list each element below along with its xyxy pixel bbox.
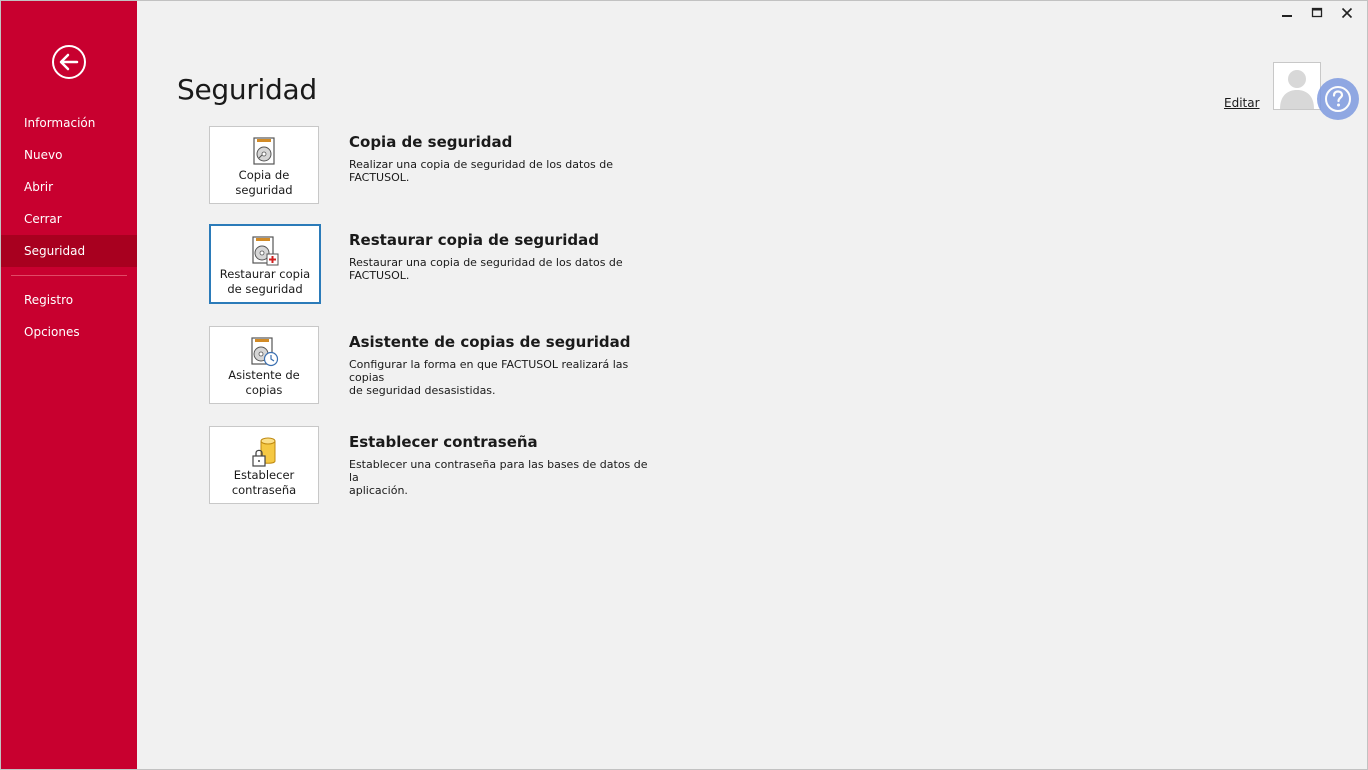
backup-desc-line2: FACTUSOL.: [349, 171, 410, 184]
sidebar-item-opciones[interactable]: Opciones: [1, 316, 137, 348]
sidebar-item-informacion[interactable]: Información: [1, 107, 137, 139]
wizard-tile-label-line2: copias: [245, 383, 283, 397]
wizard-title: Asistente de copias de seguridad: [349, 333, 631, 351]
sidebar-item-nuevo[interactable]: Nuevo: [1, 139, 137, 171]
wizard-desc-line2: de seguridad desasistidas.: [349, 384, 496, 397]
sidebar-item-cerrar[interactable]: Cerrar: [1, 203, 137, 235]
password-description: Establecer una contraseña para las bases…: [349, 458, 659, 497]
page-title: Seguridad: [177, 73, 317, 106]
backup-desc-line1: Realizar una copia de seguridad de los d…: [349, 158, 614, 171]
sidebar: Información Nuevo Abrir Cerrar Seguridad…: [1, 1, 137, 769]
restore-desc-line1: Restaurar una copia de seguridad de los …: [349, 256, 623, 269]
restore-tile-label-line2: de seguridad: [227, 282, 303, 296]
help-icon: [1325, 86, 1351, 112]
maximize-icon: [1311, 7, 1323, 18]
password-tile-label-line2: contraseña: [231, 483, 297, 497]
restore-button[interactable]: Restaurar copia de seguridad: [209, 224, 321, 304]
action-copia-seguridad: Copia de seguridad Copia de seguridad Re…: [209, 126, 669, 206]
restore-title: Restaurar copia de seguridad: [349, 231, 599, 249]
close-icon: [1341, 7, 1353, 19]
help-button[interactable]: [1317, 78, 1359, 120]
minimize-button[interactable]: [1272, 2, 1302, 24]
sidebar-divider: [11, 275, 127, 276]
backup-tile-label-line2: seguridad: [235, 183, 293, 197]
backup-description: Realizar una copia de seguridad de los d…: [349, 158, 659, 184]
backup-button[interactable]: Copia de seguridad: [209, 126, 319, 204]
backup-tile-label-line1: Copia de: [238, 168, 290, 182]
sidebar-item-seguridad[interactable]: Seguridad: [1, 235, 137, 267]
backup-wizard-button[interactable]: Asistente de copias: [209, 326, 319, 404]
restore-desc-line2: FACTUSOL.: [349, 269, 410, 282]
database-lock-icon: [252, 437, 276, 467]
action-asistente-copias: Asistente de copias Asistente de copias …: [209, 326, 669, 406]
edit-link[interactable]: Editar: [1224, 96, 1260, 110]
wizard-desc-line1: Configurar la forma en que FACTUSOL real…: [349, 358, 629, 384]
sidebar-item-registro[interactable]: Registro: [1, 284, 137, 316]
maximize-button[interactable]: [1302, 2, 1332, 24]
close-button[interactable]: [1332, 2, 1362, 24]
backup-title: Copia de seguridad: [349, 133, 513, 151]
wizard-description: Configurar la forma en que FACTUSOL real…: [349, 358, 659, 397]
window-controls: [1272, 2, 1362, 24]
wizard-tile-label-line1: Asistente de: [228, 368, 300, 382]
password-tile-label-line1: Establecer: [233, 468, 295, 482]
sidebar-nav: Información Nuevo Abrir Cerrar Seguridad…: [1, 107, 137, 348]
backup-schedule-icon: [251, 337, 279, 367]
password-desc-line2: aplicación.: [349, 484, 408, 497]
backup-disk-icon: [253, 137, 275, 165]
user-avatar-icon: [1280, 70, 1314, 109]
minimize-icon: [1282, 15, 1292, 17]
sidebar-item-abrir[interactable]: Abrir: [1, 171, 137, 203]
password-title: Establecer contraseña: [349, 433, 538, 451]
action-establecer-contrasena: Establecer contraseña Establecer contras…: [209, 426, 669, 506]
avatar[interactable]: [1273, 62, 1321, 110]
restore-disk-icon: [252, 236, 279, 266]
action-restaurar-copia: Restaurar copia de seguridad Restaurar c…: [209, 224, 669, 304]
back-button[interactable]: [51, 44, 87, 80]
restore-tile-label-line1: Restaurar copia: [219, 267, 311, 281]
restore-description: Restaurar una copia de seguridad de los …: [349, 256, 659, 282]
window-frame: [0, 0, 1368, 770]
password-desc-line1: Establecer una contraseña para las bases…: [349, 458, 648, 484]
back-arrow-icon: [52, 45, 86, 79]
set-password-button[interactable]: Establecer contraseña: [209, 426, 319, 504]
